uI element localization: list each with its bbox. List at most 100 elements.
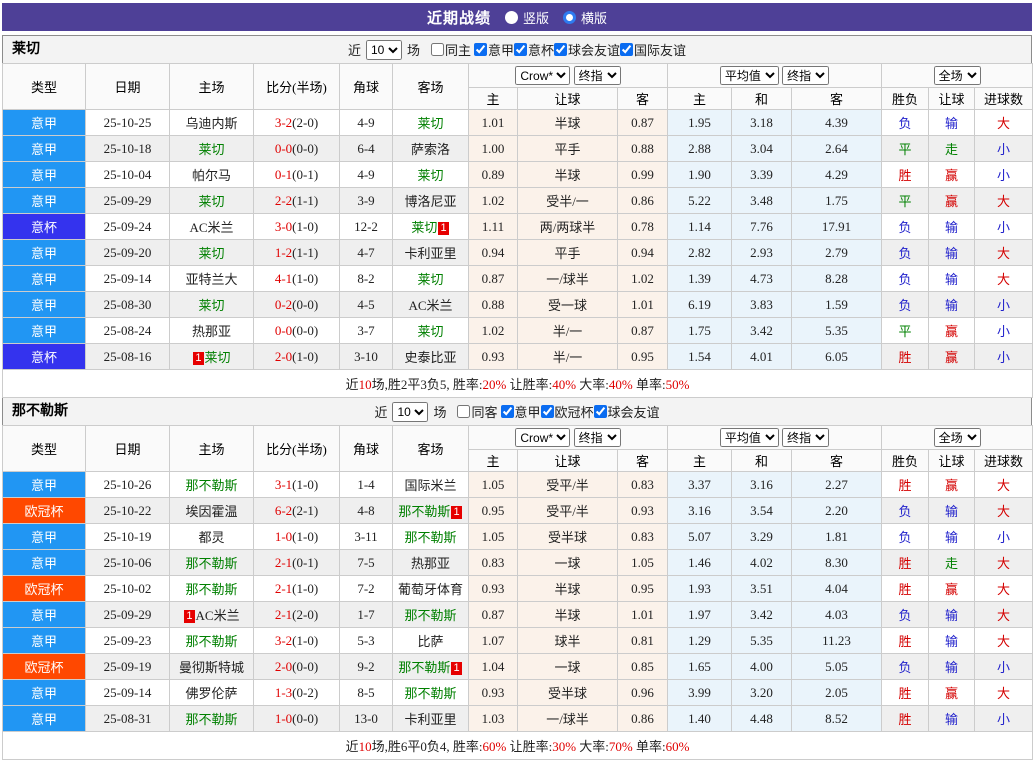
handicap-result-cell: 赢: [928, 679, 976, 706]
score-cell: 2-0(1-0): [253, 343, 340, 370]
competition-filter[interactable]: 球会友谊: [593, 402, 660, 421]
avg-time-select[interactable]: 终指: [782, 66, 830, 85]
layout-radio-vertical[interactable]: 竖版: [504, 8, 549, 27]
team-name: 帕尔马: [191, 168, 231, 183]
goals-result-cell: 小: [974, 213, 1034, 240]
competition-checkbox[interactable]: [500, 405, 514, 418]
competition-filter[interactable]: 球会友谊: [554, 40, 620, 59]
competition-checkbox[interactable]: [540, 405, 554, 418]
avg-select[interactable]: 平均值: [719, 428, 779, 447]
competition-filter[interactable]: 意甲: [473, 40, 514, 59]
avg-home-cell: 1.95: [667, 109, 733, 136]
corner-cell: 4-8: [339, 497, 393, 524]
competition-checkbox[interactable]: [593, 405, 607, 418]
avg-home-cell: 1.65: [667, 653, 733, 680]
table-row: 欧冠杯 25-09-19 曼彻斯特城 2-0(0-0) 9-2 那不勒斯 1 1.04 一球 0.…: [2, 653, 1034, 680]
avg-time-select[interactable]: 终指: [782, 428, 830, 447]
fulltime-select[interactable]: 全场: [933, 428, 981, 447]
competition-filter[interactable]: 国际友谊: [620, 40, 686, 59]
handicap-result-cell: 走: [928, 549, 976, 576]
table-row: 意杯 25-08-16 1 莱切 2-0(1-0) 3-10 史泰比亚 0.93 半/一 0.95…: [2, 343, 1034, 370]
fulltime-score: 1-0: [274, 710, 293, 726]
team-name: AC米兰: [408, 298, 453, 313]
corner-cell: 1-4: [339, 471, 393, 498]
handicap-cell: 一/球半: [517, 265, 618, 292]
home-team-cell: 那不勒斯: [169, 549, 254, 576]
table-row: 意甲 25-09-29 莱切 2-2(1-1) 3-9 博洛尼亚 1.02 受半/一 0.86 5…: [2, 187, 1034, 214]
radio-unchecked-icon[interactable]: [504, 10, 518, 24]
avg-draw-cell: 3.16: [731, 471, 793, 498]
table-row: 意甲 25-10-04 帕尔马 0-1(0-1) 4-9 莱切 0.89 半球 0.99 1.90…: [2, 161, 1034, 188]
same-venue-checkbox[interactable]: [457, 405, 471, 418]
competition-checkbox[interactable]: [554, 43, 568, 56]
avg-away-cell: 5.35: [791, 317, 883, 344]
col-handicap: 让球: [517, 87, 618, 110]
odds-time-select[interactable]: 终指: [573, 428, 621, 447]
odds-away-cell: 1.01: [616, 601, 669, 628]
col-type: 类型: [2, 63, 86, 110]
competition-filter[interactable]: 意杯: [514, 40, 554, 59]
match-type-cell: 意甲: [2, 705, 86, 732]
corner-cell: 5-3: [339, 627, 393, 654]
result-cell: 平: [881, 187, 930, 214]
team-name: 乌迪内斯: [185, 116, 238, 131]
avg-away-cell: 8.52: [791, 705, 883, 732]
match-count-select[interactable]: 10: [392, 401, 429, 422]
summary-row-text: 近10场,胜6平0负4, 胜率:60% 让胜率:30% 大率:70% 单率:60…: [1, 731, 1034, 760]
team-name: 莱切: [198, 298, 225, 313]
bookmaker-select[interactable]: Crow*: [515, 66, 571, 85]
away-team-cell: 那不勒斯 1: [392, 653, 469, 680]
team-name: 埃因霍温: [185, 504, 238, 519]
red-card-badge: 1: [193, 352, 204, 365]
result-cell: 负: [881, 109, 930, 136]
score-cell: 2-1(1-0): [253, 575, 340, 602]
odds-away-cell: 0.81: [616, 627, 669, 654]
competition-filter[interactable]: 意甲: [500, 402, 541, 421]
result-cell: 负: [881, 291, 930, 318]
match-count-select[interactable]: 10: [365, 39, 402, 60]
avg-home-cell: 1.75: [667, 317, 733, 344]
odds-away-cell: 0.95: [616, 343, 669, 370]
same-venue-filter[interactable]: 同客: [457, 402, 498, 421]
competition-checkbox[interactable]: [473, 43, 487, 56]
competition-checkbox[interactable]: [514, 43, 527, 56]
summary-segment: 场,胜2平3负5, 胜率:: [371, 377, 483, 392]
col-result: 胜负: [881, 449, 930, 472]
summary-row-text: 近10场,胜2平3负5, 胜率:20% 让胜率:40% 大率:40% 单率:50…: [1, 369, 1034, 398]
avg-draw-cell: 5.35: [731, 627, 793, 654]
layout-radio-horizontal[interactable]: 横版: [563, 8, 607, 27]
competition-filter[interactable]: 欧冠杯: [540, 402, 594, 421]
result-cell: 负: [881, 265, 930, 292]
team-name: 卡利亚里: [404, 246, 457, 261]
competition-label: 国际友谊: [634, 43, 687, 58]
away-team-cell: 莱切 1: [392, 213, 469, 240]
odds-time-select[interactable]: 终指: [573, 66, 621, 85]
corner-cell: 7-5: [339, 549, 393, 576]
avg-away-cell: 8.30: [791, 549, 883, 576]
red-card-badge: 1: [438, 222, 449, 235]
filter-controls: 近 10 场 同主 意甲 意杯 球会友谊 国际友谊: [3, 36, 1031, 63]
handicap-result-cell: 赢: [928, 187, 976, 214]
avg-home-cell: 2.88: [667, 135, 733, 162]
summary-segment: 大率:: [576, 739, 609, 754]
goals-result-cell: 小: [974, 161, 1034, 188]
goals-result-cell: 大: [974, 239, 1034, 266]
summary-segment: 让胜率:: [506, 739, 553, 754]
radio-checked-icon[interactable]: [563, 10, 576, 24]
avg-draw-cell: 3.04: [731, 135, 793, 162]
match-type-cell: 意甲: [2, 187, 86, 214]
competition-label: 意甲: [487, 43, 514, 58]
odds-away-cell: 0.87: [616, 317, 669, 344]
avg-draw-cell: 2.93: [731, 239, 793, 266]
fulltime-select[interactable]: 全场: [933, 66, 981, 85]
bookmaker-select[interactable]: Crow*: [515, 428, 571, 447]
odds-away-cell: 0.85: [616, 653, 669, 680]
home-team-cell: 那不勒斯: [169, 705, 254, 732]
result-cell: 负: [881, 653, 930, 680]
result-cell: 负: [881, 523, 930, 550]
same-venue-filter[interactable]: 同主: [430, 40, 471, 59]
handicap-result-cell: 赢: [928, 161, 976, 188]
avg-select[interactable]: 平均值: [719, 66, 779, 85]
same-venue-checkbox[interactable]: [430, 43, 444, 56]
competition-checkbox[interactable]: [620, 43, 634, 56]
